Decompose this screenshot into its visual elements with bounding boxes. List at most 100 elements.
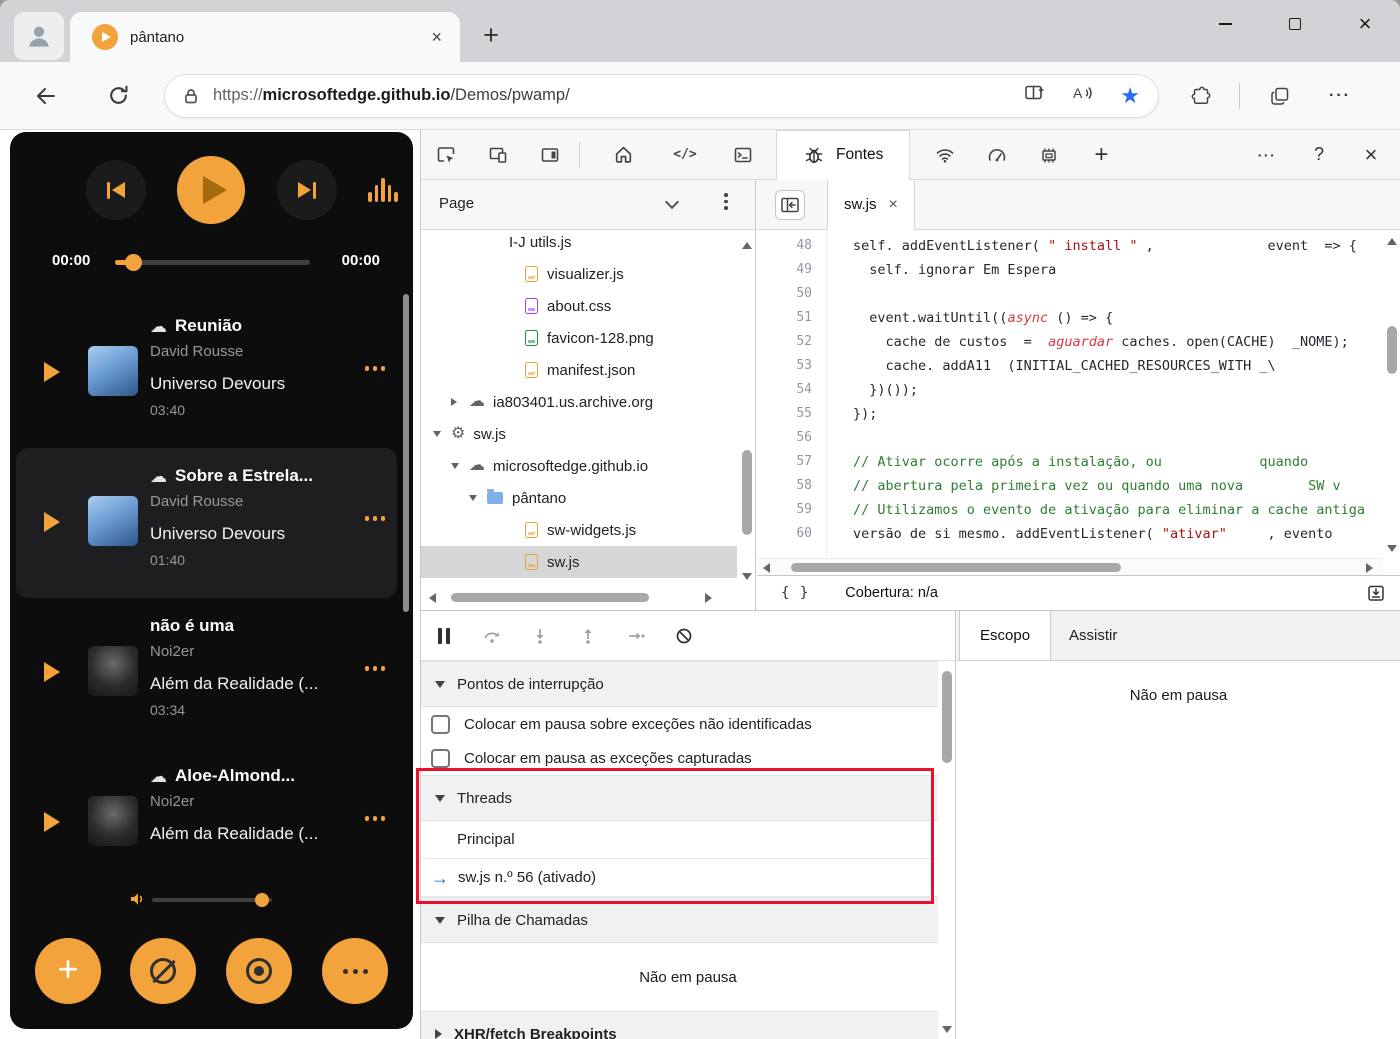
tab-scope[interactable]: Escopo	[959, 611, 1052, 660]
add-songs-button[interactable]: +	[35, 938, 101, 1004]
close-window-button[interactable]: ×	[1330, 0, 1400, 48]
record-button[interactable]	[226, 938, 292, 1004]
refresh-button[interactable]	[98, 76, 138, 116]
step-button[interactable]	[625, 625, 647, 647]
welcome-tab[interactable]	[606, 138, 640, 172]
track-play-icon[interactable]	[44, 662, 60, 682]
page-tab[interactable]: Page	[439, 195, 474, 212]
read-aloud-button[interactable]: A	[1071, 82, 1094, 109]
track-menu-button[interactable]	[361, 366, 385, 371]
pause-caught-checkbox[interactable]	[431, 748, 450, 768]
more-tools-button[interactable]: ···	[1250, 138, 1284, 172]
close-devtools-button[interactable]: ×	[1354, 138, 1388, 172]
tree-item[interactable]: about.css	[421, 290, 737, 322]
player-more-button[interactable]	[322, 938, 388, 1004]
tree-item[interactable]: ⚙ sw.js	[421, 418, 737, 450]
tree-expand-arrow[interactable]	[433, 431, 451, 437]
track-menu-button[interactable]	[361, 816, 385, 821]
tree-expand-arrow[interactable]	[469, 495, 487, 501]
track-play-icon[interactable]	[44, 812, 60, 832]
tree-item[interactable]: I-J utils.js	[421, 230, 737, 258]
inspect-button[interactable]	[429, 138, 463, 172]
memory-tab[interactable]	[1032, 138, 1066, 172]
profile-avatar[interactable]	[14, 12, 64, 60]
tab-close-icon[interactable]: ×	[431, 27, 442, 48]
playlist-item[interactable]: ☁ Reunião David Rousse Universo Devours 03:4…	[16, 298, 397, 448]
elements-tab[interactable]: </>	[668, 138, 702, 172]
seek-slider[interactable]	[115, 254, 310, 271]
clear-playlist-button[interactable]	[130, 938, 196, 1004]
track-play-icon[interactable]	[44, 362, 60, 382]
threads-section-header[interactable]: Threads	[421, 775, 955, 821]
step-over-button[interactable]	[481, 625, 503, 647]
thread-item-main[interactable]: Principal	[421, 821, 955, 859]
previous-track-button[interactable]	[86, 160, 146, 220]
tree-item[interactable]: pântano	[421, 482, 737, 514]
tree-item[interactable]: ☁ microsoftedge.github.io	[421, 450, 737, 482]
playlist-scrollbar[interactable]	[403, 294, 409, 612]
pause-uncaught-row[interactable]: Colocar em pausa sobre exceções não iden…	[421, 707, 955, 741]
browser-menu-button[interactable]: ···	[1320, 76, 1360, 116]
extensions-button[interactable]	[1181, 76, 1221, 116]
address-bar[interactable]: https://microsoftedge.github.io/Demos/pw…	[164, 73, 1159, 118]
tree-expand-arrow[interactable]	[451, 463, 469, 469]
split-screen-button[interactable]	[1023, 82, 1045, 109]
new-tab-button[interactable]: +	[476, 20, 506, 51]
favorites-star-icon[interactable]: ★	[1120, 84, 1140, 107]
navigator-vscrollbar[interactable]	[738, 230, 755, 586]
focus-mode-button[interactable]	[533, 138, 567, 172]
tree-item[interactable]: favicon-128.png	[421, 322, 737, 354]
editor-tab-close-icon[interactable]: ×	[889, 196, 898, 214]
playlist-item[interactable]: ☁ Sobre a Estrela... David Rousse Universo …	[16, 448, 397, 598]
back-button[interactable]	[26, 76, 66, 116]
tab-watch[interactable]: Assistir	[1051, 611, 1135, 660]
format-button[interactable]: { }	[781, 585, 809, 601]
sources-tab[interactable]: Fontes	[776, 129, 911, 180]
tree-expand-arrow[interactable]	[451, 398, 469, 406]
tree-item[interactable]: ☁ ia803401.us.archive.org	[421, 386, 737, 418]
site-info-lock-icon[interactable]	[181, 86, 201, 106]
hide-navigator-button[interactable]	[775, 189, 805, 220]
tree-item[interactable]: manifest.json	[421, 354, 737, 386]
maximize-button[interactable]	[1260, 0, 1330, 48]
collections-button[interactable]	[1260, 76, 1300, 116]
console-tab[interactable]	[726, 138, 760, 172]
track-menu-button[interactable]	[361, 666, 385, 671]
navigator-menu-icon[interactable]	[721, 193, 731, 210]
editor-hscrollbar[interactable]	[757, 558, 1383, 575]
performance-tab[interactable]	[980, 138, 1014, 172]
play-button[interactable]	[177, 156, 245, 224]
step-into-button[interactable]	[529, 625, 551, 647]
track-menu-button[interactable]	[361, 516, 385, 521]
download-button[interactable]	[1366, 583, 1386, 603]
tree-item[interactable]: sw-widgets.js	[421, 514, 737, 546]
minimize-button[interactable]	[1190, 0, 1260, 48]
code-area[interactable]: 48 49 50 51 52 53 54 55 56 57 58 59 60 self. addEven…	[757, 230, 1383, 558]
visualizer-icon[interactable]	[367, 178, 400, 202]
editor-vscrollbar[interactable]	[1383, 230, 1400, 558]
playlist-item[interactable]: ☁ Aloe-Almond... Noi2er Além da Realidade (…	[16, 748, 397, 880]
chevron-down-icon[interactable]	[664, 194, 680, 210]
thread-item-sw[interactable]: → sw.js n.º 56 (ativado)	[421, 859, 955, 897]
callstack-section-header[interactable]: Pilha de Chamadas	[421, 897, 955, 943]
navigator-hscrollbar[interactable]	[421, 589, 738, 606]
seek-thumb[interactable]	[125, 254, 142, 271]
pause-button[interactable]	[433, 625, 455, 647]
next-track-button[interactable]	[277, 160, 337, 220]
tree-item[interactable]: sw.js	[421, 546, 737, 578]
volume-thumb[interactable]	[255, 893, 269, 907]
playlist-item[interactable]: não é uma Noi2er Além da Realidade (... 03:…	[16, 598, 397, 748]
step-out-button[interactable]	[577, 625, 599, 647]
editor-tab[interactable]: sw.js ×	[827, 179, 915, 230]
track-play-icon[interactable]	[44, 512, 60, 532]
add-panel-button[interactable]: +	[1084, 138, 1118, 172]
browser-tab[interactable]: pântano ×	[70, 12, 460, 62]
xhr-section-header[interactable]: XHR/fetch Breakpoints	[421, 1011, 955, 1039]
debugger-vscrollbar[interactable]	[938, 661, 955, 1039]
device-emulation-button[interactable]	[481, 138, 515, 172]
volume-slider[interactable]	[152, 893, 272, 907]
breakpoints-section-header[interactable]: Pontos de interrupção	[421, 661, 955, 707]
network-tab[interactable]	[928, 138, 962, 172]
deactivate-breakpoints-button[interactable]	[673, 625, 695, 647]
pause-caught-row[interactable]: Colocar em pausa as exceções capturadas	[421, 741, 955, 775]
